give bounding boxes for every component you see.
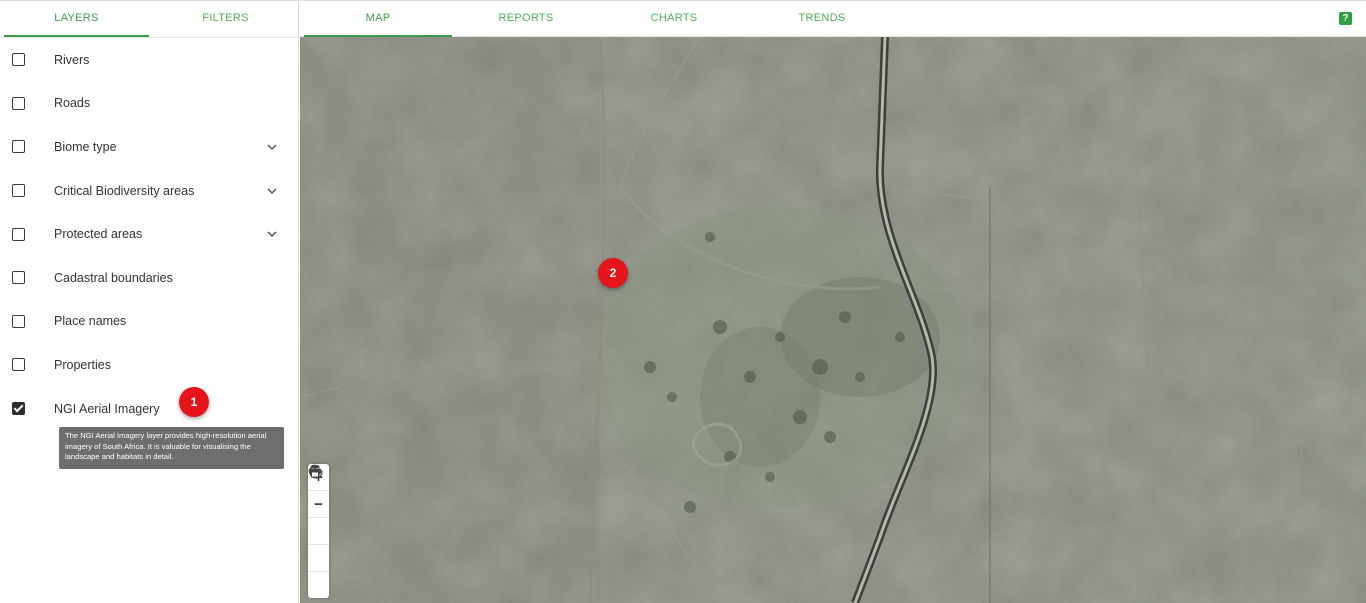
layer-label: Rivers [54, 52, 90, 67]
zoom-out-button[interactable]: − [308, 491, 329, 518]
layer-checkbox[interactable] [12, 227, 25, 241]
layers-sidebar: LAYERS FILTERS Rivers Roads Biome type C… [0, 0, 299, 603]
chevron-down-icon[interactable] [266, 228, 278, 240]
main-tabs: MAP REPORTS CHARTS TRENDS ? [300, 0, 1366, 37]
layer-item-rivers[interactable]: Rivers [0, 38, 298, 82]
chevron-down-icon[interactable] [266, 141, 278, 153]
layer-checkbox[interactable] [12, 96, 25, 110]
layer-item-critical-biodiversity[interactable]: Critical Biodiversity areas [0, 169, 298, 213]
layer-label: Biome type [54, 139, 117, 154]
aerial-imagery [300, 37, 1366, 603]
chevron-down-icon[interactable] [266, 185, 278, 197]
map-controls: + − 3D [308, 464, 329, 598]
tab-trends[interactable]: TRENDS [748, 1, 896, 35]
print-button[interactable] [308, 465, 329, 598]
sidebar-tabs: LAYERS FILTERS [0, 1, 298, 38]
help-icon[interactable]: ? [1339, 12, 1352, 25]
tab-filters[interactable]: FILTERS [153, 1, 298, 37]
tab-reports[interactable]: REPORTS [452, 1, 600, 35]
layer-item-cadastral[interactable]: Cadastral boundaries [0, 256, 298, 300]
layer-checkbox-checked[interactable] [12, 402, 25, 416]
layer-label: Cadastral boundaries [54, 270, 173, 285]
layer-checkbox[interactable] [12, 140, 25, 154]
map-view[interactable]: 2 + − 3D [300, 37, 1366, 603]
layer-checkbox[interactable] [12, 271, 25, 285]
layer-checkbox[interactable] [12, 184, 25, 198]
layer-label: Critical Biodiversity areas [54, 183, 195, 198]
layer-item-properties[interactable]: Properties [0, 343, 298, 387]
tab-map[interactable]: MAP [304, 1, 452, 37]
printer-icon [309, 465, 321, 478]
layer-item-protected-areas[interactable]: Protected areas [0, 212, 298, 256]
3d-toggle-button[interactable]: 3D [308, 465, 329, 545]
layer-label: Roads [54, 96, 91, 111]
layer-checkbox[interactable] [12, 358, 25, 372]
layer-item-roads[interactable]: Roads [0, 82, 298, 126]
brightness-button[interactable] [308, 464, 329, 572]
tab-charts[interactable]: CHARTS [600, 1, 748, 35]
layer-label: Properties [54, 357, 111, 372]
layer-label: NGI Aerial Imagery [54, 401, 160, 416]
layer-checkbox[interactable] [12, 314, 25, 328]
layer-item-place-names[interactable]: Place names [0, 300, 298, 344]
layer-label: Protected areas [54, 227, 143, 242]
tab-layers[interactable]: LAYERS [4, 1, 149, 37]
marker-badge-1: 1 [179, 387, 209, 417]
layer-label: Place names [54, 314, 127, 329]
layer-item-biome-type[interactable]: Biome type [0, 125, 298, 169]
layer-checkbox[interactable] [12, 53, 25, 67]
layer-tooltip: The NGI Aerial Imagery layer provides hi… [59, 427, 284, 469]
layer-item-ngi-aerial[interactable]: NGI Aerial Imagery [0, 387, 298, 431]
layer-list: Rivers Roads Biome type Critical Biodive… [0, 38, 298, 430]
marker-badge-2: 2 [598, 258, 628, 288]
